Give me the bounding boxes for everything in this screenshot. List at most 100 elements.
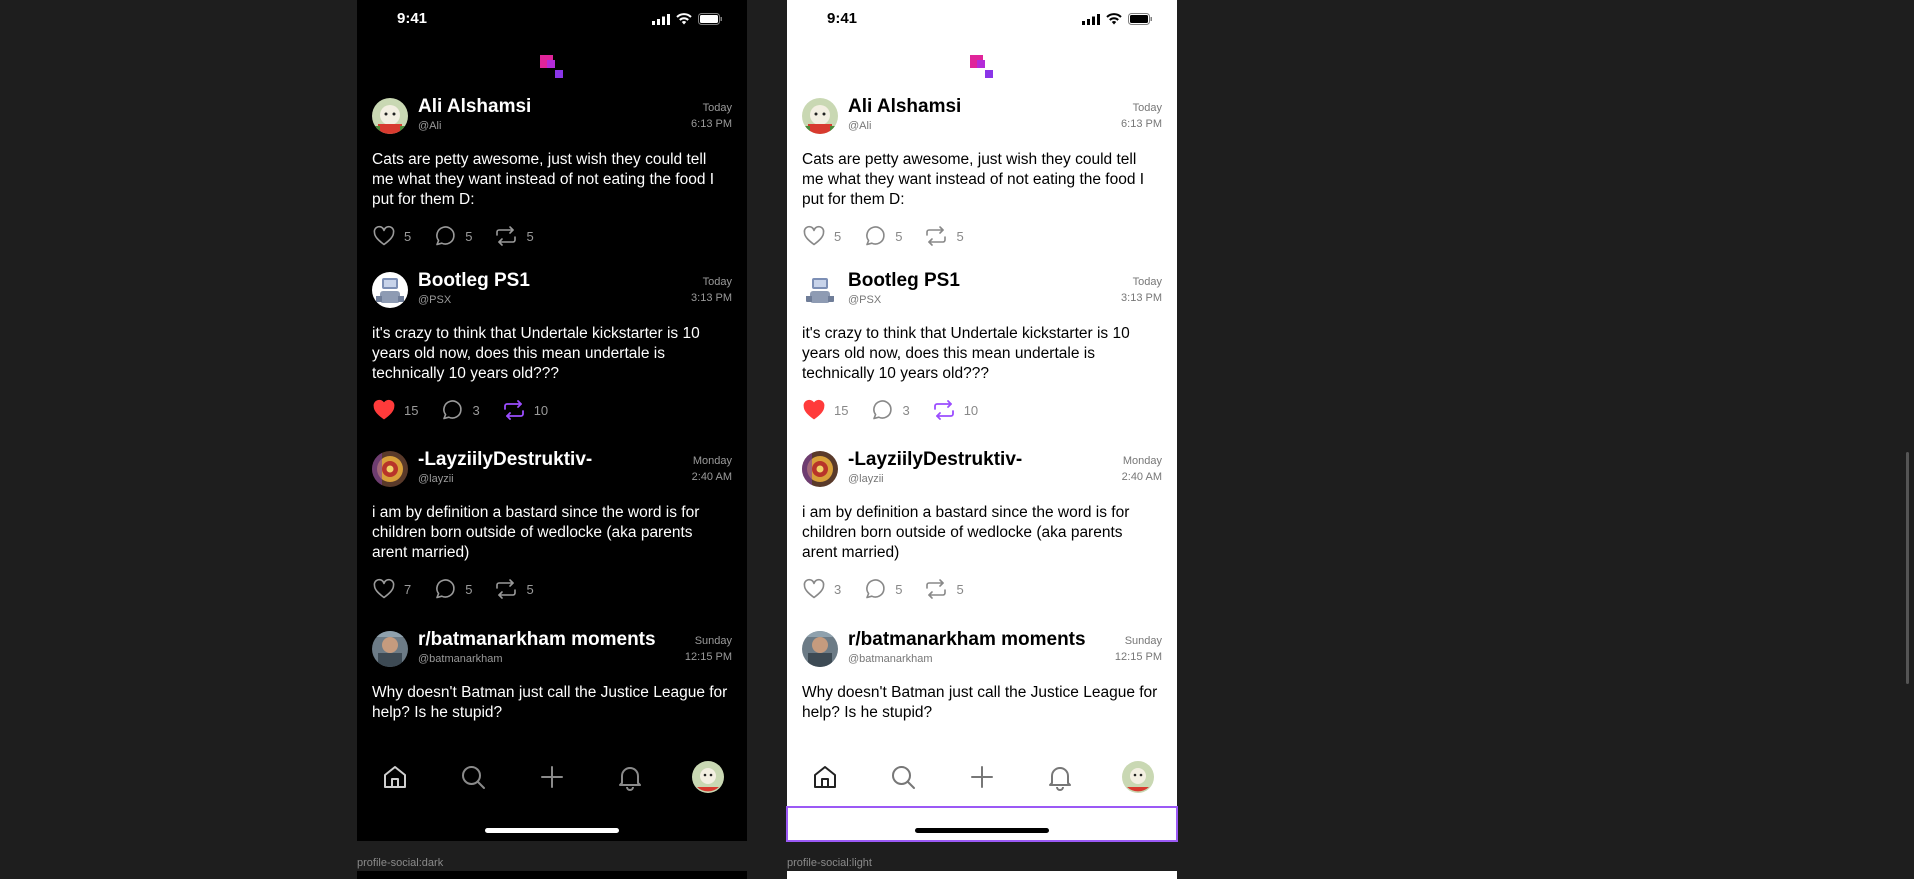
comment-button[interactable]: 5 <box>433 224 472 248</box>
comment-button[interactable]: 5 <box>863 577 902 601</box>
author-handle[interactable]: @PSX <box>848 294 881 306</box>
post-card[interactable]: Bootleg PS1 @PSX Today 3:13 PM it's craz… <box>372 270 732 422</box>
author-handle[interactable]: @Ali <box>418 120 441 132</box>
avatar[interactable] <box>372 631 408 667</box>
post-text: i am by definition a bastard since the w… <box>372 504 700 561</box>
post-actions: 5 5 5 <box>802 224 1162 248</box>
repost-icon <box>496 226 517 246</box>
avatar[interactable] <box>372 272 408 308</box>
comment-button[interactable]: 3 <box>440 398 480 422</box>
like-button[interactable]: 5 <box>802 224 841 248</box>
author-name[interactable]: Bootleg PS1 <box>418 270 530 292</box>
comment-count: 5 <box>895 228 903 244</box>
post-card[interactable]: r/batmanarkham moments @batmanarkham Sun… <box>802 629 1162 723</box>
repost-button[interactable]: 5 <box>494 224 534 248</box>
tab-home[interactable] <box>379 761 411 793</box>
author-handle[interactable]: @batmanarkham <box>418 653 503 665</box>
like-button[interactable]: 15 <box>372 398 418 422</box>
repost-button[interactable]: 5 <box>924 577 964 601</box>
like-count: 7 <box>404 581 412 597</box>
tab-home[interactable] <box>809 761 841 793</box>
author-name[interactable]: Bootleg PS1 <box>848 270 960 292</box>
post-card[interactable]: Ali Alshamsi @Ali Today 6:13 PM Cats are… <box>372 96 732 248</box>
frame-label-dark[interactable]: profile-social:dark <box>357 857 443 869</box>
author-handle[interactable]: @layzii <box>848 473 884 485</box>
avatar[interactable] <box>802 98 838 134</box>
heart-icon <box>803 225 825 246</box>
repost-button[interactable]: 10 <box>502 398 548 422</box>
post-card[interactable]: r/batmanarkham moments @batmanarkham Sun… <box>372 629 732 723</box>
comment-button[interactable]: 5 <box>863 224 902 248</box>
like-count: 15 <box>404 402 419 418</box>
selection-outline[interactable] <box>786 806 1178 842</box>
tab-create[interactable] <box>966 761 998 793</box>
repost-button[interactable]: 5 <box>924 224 964 248</box>
tab-search[interactable] <box>457 761 489 793</box>
comment-count: 5 <box>465 581 473 597</box>
search-icon <box>892 766 915 789</box>
author-name[interactable]: Ali Alshamsi <box>418 96 531 118</box>
tab-create[interactable] <box>536 761 568 793</box>
frame-label-light[interactable]: profile-social:light <box>787 857 872 869</box>
author-name[interactable]: r/batmanarkham moments <box>418 629 656 651</box>
post-timestamp: Today 6:13 PM <box>691 100 732 132</box>
post-time: 6:13 PM <box>691 118 732 130</box>
repost-icon <box>496 579 517 599</box>
post-text: i am by definition a bastard since the w… <box>802 504 1130 561</box>
author-handle[interactable]: @layzii <box>418 473 454 485</box>
author-name[interactable]: -LayziilyDestruktiv- <box>418 449 592 471</box>
repost-count: 5 <box>956 581 964 597</box>
like-button[interactable]: 5 <box>372 224 411 248</box>
author-handle[interactable]: @batmanarkham <box>848 653 933 665</box>
post-timestamp: Today 3:13 PM <box>1121 274 1162 306</box>
comment-count: 5 <box>465 228 473 244</box>
heart-icon <box>803 578 825 599</box>
repost-button[interactable]: 5 <box>494 577 534 601</box>
author-name[interactable]: Ali Alshamsi <box>848 96 961 118</box>
tab-search[interactable] <box>887 761 919 793</box>
post-date: Today <box>702 102 732 114</box>
post-time: 6:13 PM <box>1121 118 1162 130</box>
tab-profile[interactable] <box>692 761 724 793</box>
tab-notifications[interactable] <box>1044 761 1076 793</box>
post-card[interactable]: Ali Alshamsi @Ali Today 6:13 PM Cats are… <box>802 96 1162 248</box>
avatar[interactable] <box>802 272 838 308</box>
repost-count: 5 <box>956 228 964 244</box>
comment-icon <box>866 579 885 599</box>
author-handle[interactable]: @Ali <box>848 120 871 132</box>
like-button[interactable]: 3 <box>802 577 841 601</box>
author-handle[interactable]: @PSX <box>418 294 451 306</box>
post-time: 2:40 AM <box>691 471 732 483</box>
signal-icon <box>1082 13 1100 25</box>
phone-frame-light: 9:41 Ali Alshamsi @Ali Today 6:13 PM Cat… <box>787 0 1177 841</box>
like-button[interactable]: 15 <box>802 398 848 422</box>
post-card[interactable]: -LayziilyDestruktiv- @layzii Monday 2:40… <box>802 449 1162 601</box>
comment-icon <box>873 400 893 420</box>
avatar[interactable] <box>372 98 408 134</box>
tab-bar <box>787 752 1177 802</box>
author-name[interactable]: r/batmanarkham moments <box>848 629 1086 651</box>
post-time: 12:15 PM <box>1114 651 1162 663</box>
tab-notifications[interactable] <box>614 761 646 793</box>
comment-button[interactable]: 3 <box>870 398 910 422</box>
post-timestamp: Monday 2:40 AM <box>1122 453 1162 485</box>
like-button[interactable]: 7 <box>372 577 411 601</box>
author-name[interactable]: -LayziilyDestruktiv- <box>848 449 1022 471</box>
like-count: 3 <box>834 581 842 597</box>
comment-icon <box>443 400 463 420</box>
next-frame-dark <box>357 871 747 879</box>
avatar[interactable] <box>372 451 408 487</box>
repost-button[interactable]: 10 <box>932 398 978 422</box>
post-card[interactable]: Bootleg PS1 @PSX Today 3:13 PM it's craz… <box>802 270 1162 422</box>
avatar[interactable] <box>802 631 838 667</box>
tab-profile[interactable] <box>1122 761 1154 793</box>
bell-icon <box>619 767 641 791</box>
canvas-scrollbar[interactable] <box>1906 452 1909 684</box>
next-frame-light <box>787 871 1177 879</box>
post-text: it's crazy to think that Undertale kicks… <box>372 325 700 382</box>
post-card[interactable]: -LayziilyDestruktiv- @layzii Monday 2:40… <box>372 449 732 601</box>
post-date: Sunday <box>694 635 732 647</box>
post-actions: 15 3 10 <box>802 398 1162 422</box>
avatar[interactable] <box>802 451 838 487</box>
comment-button[interactable]: 5 <box>433 577 472 601</box>
